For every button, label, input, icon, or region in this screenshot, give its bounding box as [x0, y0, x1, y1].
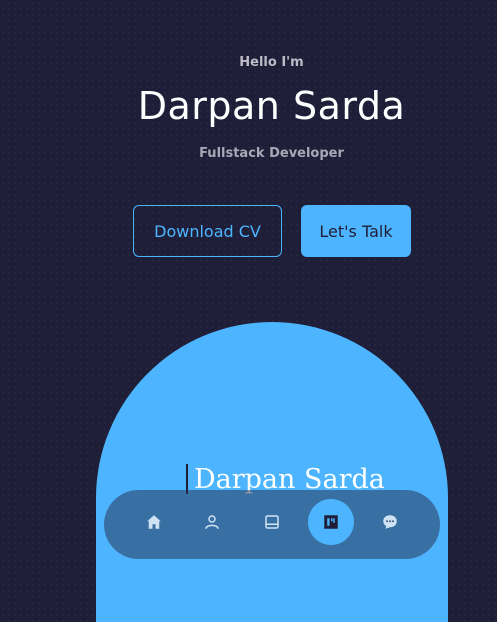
bottom-nav: [104, 490, 440, 559]
chat-icon[interactable]: [367, 499, 413, 545]
user-icon[interactable]: [189, 499, 235, 545]
download-cv-button[interactable]: Download CV: [133, 205, 282, 257]
lets-talk-button[interactable]: Let's Talk: [301, 205, 411, 257]
briefcase-icon[interactable]: [308, 499, 354, 545]
greeting-text: Hello I'm: [239, 55, 304, 70]
hero-panel: Darpan Sarda: [96, 322, 448, 622]
page-title: Darpan Sarda: [137, 84, 406, 128]
book-icon[interactable]: [249, 499, 295, 545]
home-icon[interactable]: [131, 499, 177, 545]
role-subtitle: Fullstack Developer: [199, 146, 344, 161]
